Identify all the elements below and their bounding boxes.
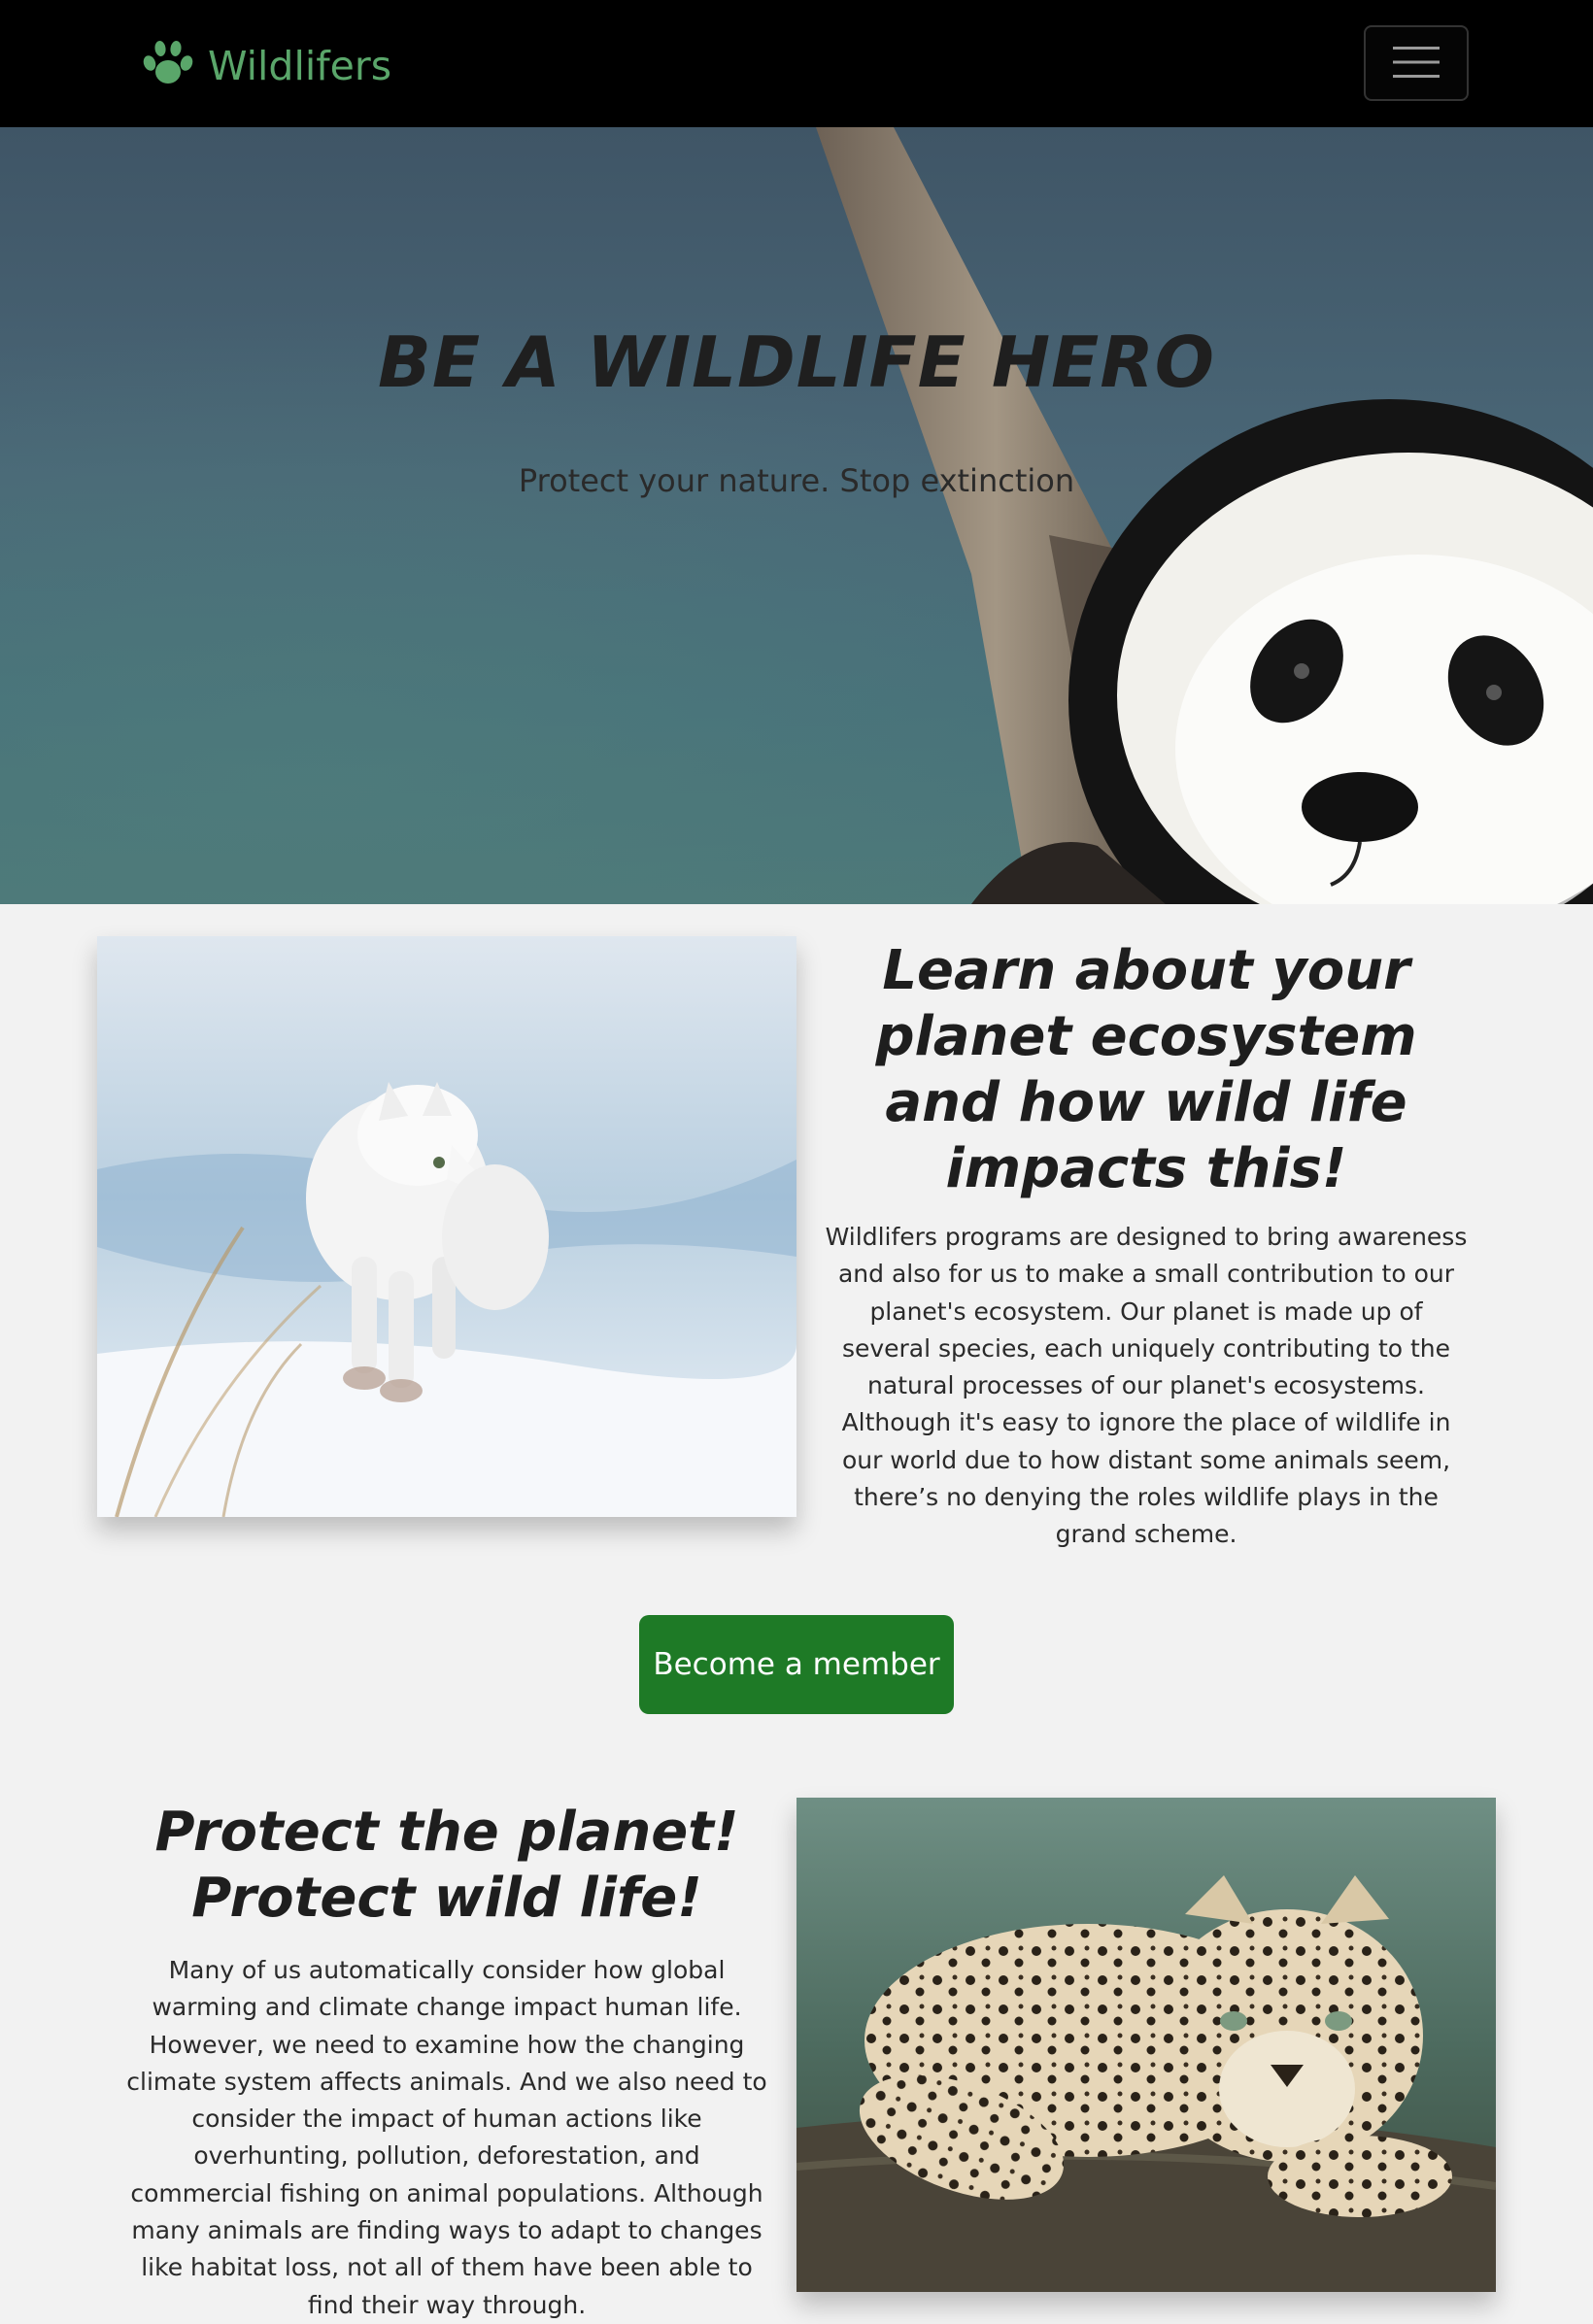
section1-body: Wildlifers programs are designed to brin… [825, 1223, 1468, 1549]
panda-hero-image [0, 127, 1593, 904]
paw-icon [142, 40, 194, 93]
navbar: Wildlifers [0, 0, 1593, 127]
section2-title: Protect the planet! Protect wild life! [154, 1801, 739, 1930]
hero-banner: BE A WILDLIFE HERO Protect your nature. … [0, 127, 1593, 904]
hero-title: BE A WILDLIFE HERO [378, 321, 1215, 403]
section2-body: Many of us automatically consider how gl… [126, 1956, 767, 2319]
menu-toggle-button[interactable] [1364, 25, 1469, 101]
hamburger-menu-icon [1391, 43, 1441, 84]
hero-subtitle: Protect your nature. Stop extinction [518, 462, 1075, 499]
leopard-image [796, 1798, 1496, 2292]
section1-title: Learn about your planet ecosystem and ho… [875, 939, 1417, 1200]
brand-link[interactable]: Wildlifers [142, 37, 391, 95]
arctic-fox-image [97, 936, 796, 1517]
become-member-button[interactable]: Become a member [639, 1615, 954, 1714]
brand-name: Wildlifers [208, 43, 392, 89]
